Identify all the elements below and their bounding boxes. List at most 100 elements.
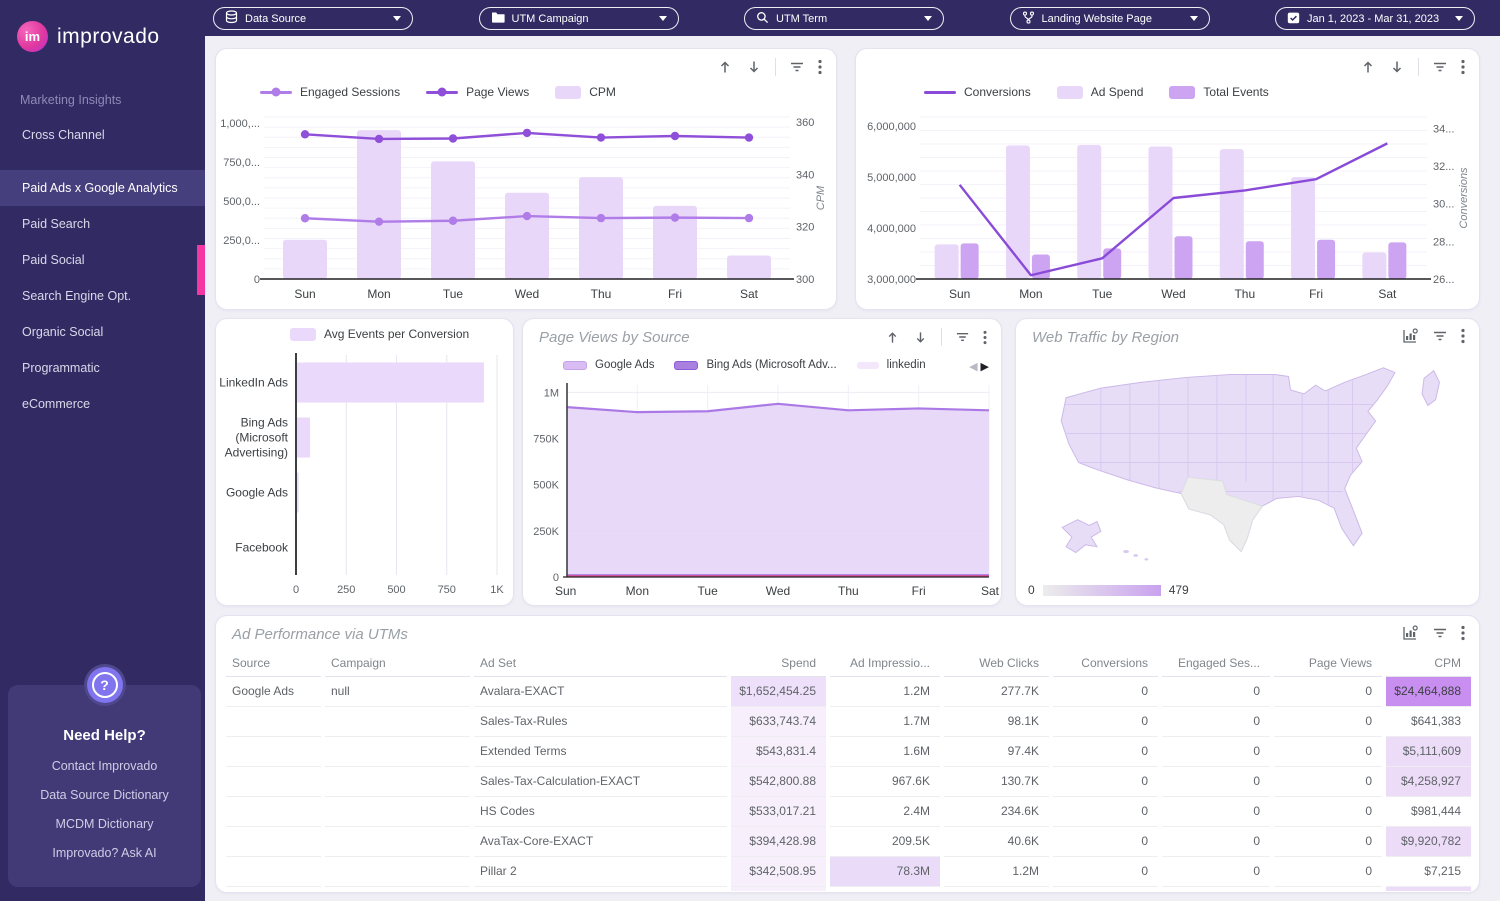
utm-term-filter[interactable]: UTM Term	[744, 7, 944, 30]
legend-avg-events[interactable]: Avg Events per Conversion	[290, 327, 469, 341]
cell-campaign	[325, 737, 470, 767]
svg-text:Thu: Thu	[1234, 287, 1255, 301]
kebab-menu-icon[interactable]	[1461, 59, 1465, 75]
help-icon[interactable]: ?	[87, 667, 123, 703]
sidebar-item-paid-ads-x-google-analytics[interactable]: Paid Ads x Google Analytics	[0, 170, 205, 206]
filter-icon[interactable]	[789, 60, 805, 74]
sidebar-item-search-engine-opt[interactable]: Search Engine Opt.	[0, 278, 205, 314]
us-choropleth-map[interactable]	[1031, 361, 1461, 569]
combo-chart[interactable]: 0250,0...500,0...750,0...1,000,...300320…	[216, 105, 836, 305]
sort-asc-icon[interactable]	[717, 59, 733, 75]
cell-engaged: 0	[1162, 737, 1270, 767]
filter-icon[interactable]	[955, 330, 970, 344]
data-source-filter[interactable]: Data Source	[213, 7, 413, 30]
link-improvado-ask-ai[interactable]: Improvado? Ask AI	[14, 846, 195, 860]
cell-engaged: 0	[1162, 797, 1270, 827]
sidebar-item-paid-social[interactable]: Paid Social	[0, 242, 205, 278]
legend-pager: ◀ ▶	[969, 360, 989, 373]
table-row[interactable]: AvaTax-Core-EXACT$394,428.98209.5K40.6K0…	[226, 827, 1471, 857]
landing-page-filter[interactable]: Landing Website Page	[1010, 7, 1210, 30]
sidebar-item-ecommerce[interactable]: eCommerce	[0, 386, 205, 422]
utm-campaign-filter[interactable]: UTM Campaign	[479, 7, 679, 30]
sidebar-item-organic-social[interactable]: Organic Social	[0, 314, 205, 350]
sidebar-scrollbar[interactable]	[197, 245, 205, 295]
chart-legend: Avg Events per Conversion	[290, 327, 469, 341]
kebab-menu-icon[interactable]	[1461, 328, 1465, 344]
col-clicks[interactable]: Web Clicks	[944, 650, 1049, 677]
filter-icon[interactable]	[1432, 329, 1448, 343]
pager-prev-icon[interactable]: ◀	[969, 360, 977, 373]
brand-logo[interactable]: im improvado	[0, 0, 205, 52]
svg-text:28...: 28...	[1433, 236, 1454, 248]
sort-desc-icon[interactable]	[1389, 59, 1405, 75]
chart-settings-icon[interactable]	[1402, 328, 1419, 344]
table-row[interactable]: Pillar 2$342,508.9578.3M1.2M000$7,215	[226, 857, 1471, 887]
help-panel: ? Need Help? Contact Improvado Data Sour…	[8, 685, 201, 887]
legend-page-views[interactable]: Page Views	[426, 85, 529, 99]
col-campaign[interactable]: Campaign	[325, 650, 470, 677]
area-chart[interactable]: 0250K500K750K1MSunMonTueWedThuFriSat	[523, 377, 1001, 601]
table-row[interactable]: Google AdsnullAvalara-EXACT$1,652,454.25…	[226, 677, 1471, 707]
sidebar-item-cross-channel[interactable]: Cross Channel	[0, 117, 205, 153]
col-source[interactable]: Source	[226, 650, 321, 677]
legend-cpm[interactable]: CPM	[555, 85, 616, 99]
legend-bing-ads[interactable]: Bing Ads (Microsoft Adv...	[674, 359, 836, 371]
filter-icon[interactable]	[1432, 60, 1448, 74]
card-web-traffic-by-region: Web Traffic by Region	[1015, 318, 1480, 606]
col-ad_set[interactable]: Ad Set	[474, 650, 727, 677]
legend-google-ads[interactable]: Google Ads	[563, 359, 654, 371]
chart-settings-icon[interactable]	[1402, 625, 1419, 641]
table-row[interactable]	[226, 887, 1471, 891]
col-conversions[interactable]: Conversions	[1053, 650, 1158, 677]
legend-engaged-sessions[interactable]: Engaged Sessions	[260, 85, 400, 99]
chevron-down-icon	[1455, 16, 1463, 21]
legend-total-events[interactable]: Total Events	[1169, 85, 1268, 99]
card-toolbar	[1360, 58, 1465, 76]
svg-text:750: 750	[438, 584, 456, 596]
col-cpm[interactable]: CPM	[1386, 650, 1471, 677]
sidebar-item-paid-search[interactable]: Paid Search	[0, 206, 205, 242]
col-spend[interactable]: Spend	[731, 650, 826, 677]
kebab-menu-icon[interactable]	[983, 330, 987, 345]
sort-desc-icon[interactable]	[913, 330, 928, 345]
legend-ad-spend[interactable]: Ad Spend	[1057, 85, 1144, 99]
link-contact-improvado[interactable]: Contact Improvado	[14, 759, 195, 773]
filter-icon[interactable]	[1432, 626, 1448, 640]
table-row[interactable]: Sales-Tax-Rules$633,743.741.7M98.1K000$6…	[226, 707, 1471, 737]
legend-conversions[interactable]: Conversions	[924, 85, 1031, 99]
sort-desc-icon[interactable]	[746, 59, 762, 75]
sort-asc-icon[interactable]	[885, 330, 900, 345]
pager-next-icon[interactable]: ▶	[981, 360, 989, 373]
kebab-menu-icon[interactable]	[818, 59, 822, 75]
combo-chart[interactable]: 3,000,0004,000,0005,000,0006,000,00026..…	[856, 105, 1479, 305]
brand-name: improvado	[57, 25, 160, 49]
table-header: SourceCampaignAd SetSpendAd Impressio...…	[226, 650, 1471, 677]
cell-cpm: $641,383	[1386, 707, 1471, 737]
improvado-logo-icon: im	[17, 21, 48, 52]
cell-campaign	[325, 797, 470, 827]
col-page_views[interactable]: Page Views	[1274, 650, 1382, 677]
cell-conversions: 0	[1053, 827, 1158, 857]
table-row[interactable]: HS Codes$533,017.212.4M234.6K000$981,444	[226, 797, 1471, 827]
col-engaged[interactable]: Engaged Ses...	[1162, 650, 1270, 677]
sort-asc-icon[interactable]	[1360, 59, 1376, 75]
cell-source	[226, 707, 321, 737]
cell-impressions: 967.6K	[830, 767, 940, 797]
cell-impressions: 2.4M	[830, 797, 940, 827]
table-row[interactable]: Extended Terms$543,831.41.6M97.4K000$5,1…	[226, 737, 1471, 767]
date-range-filter[interactable]: Jan 1, 2023 - Mar 31, 2023	[1275, 7, 1475, 30]
cell-engaged: 0	[1162, 767, 1270, 797]
table-row[interactable]: Sales-Tax-Calculation-EXACT$542,800.8896…	[226, 767, 1471, 797]
svg-text:4,000,000: 4,000,000	[867, 223, 916, 235]
svg-text:Conversions: Conversions	[1458, 167, 1470, 229]
cell-conversions: 0	[1053, 857, 1158, 887]
link-mcdm-dictionary[interactable]: MCDM Dictionary	[14, 817, 195, 831]
cell-page_views: 0	[1274, 707, 1382, 737]
hbar-chart[interactable]: 02505007501KLinkedIn AdsBing Ads(Microso…	[216, 347, 513, 601]
kebab-menu-icon[interactable]	[1461, 625, 1465, 641]
col-impressions[interactable]: Ad Impressio...	[830, 650, 940, 677]
link-data-source-dictionary[interactable]: Data Source Dictionary	[14, 788, 195, 802]
legend-linkedin[interactable]: linkedin	[857, 359, 926, 371]
cell-page_views: 0	[1274, 737, 1382, 767]
sidebar-item-programmatic[interactable]: Programmatic	[0, 350, 205, 386]
